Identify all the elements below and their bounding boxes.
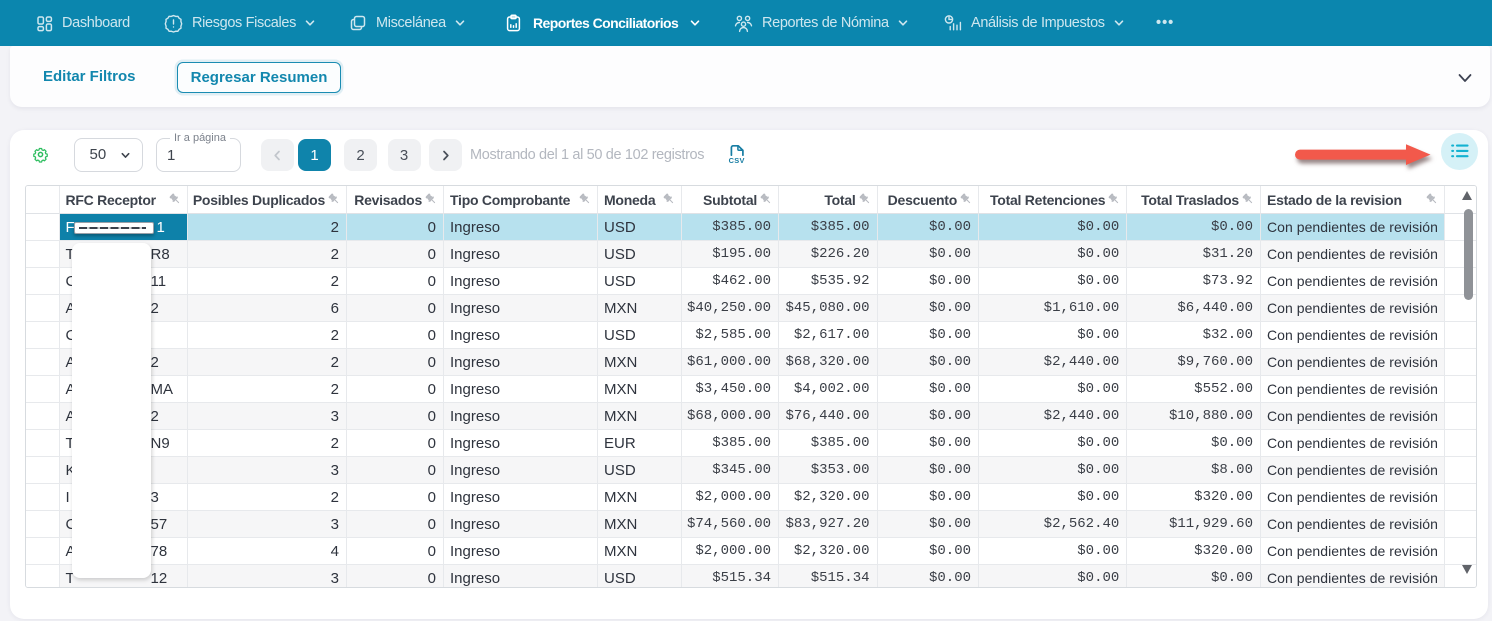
svg-text:CSV: CSV (729, 156, 745, 164)
